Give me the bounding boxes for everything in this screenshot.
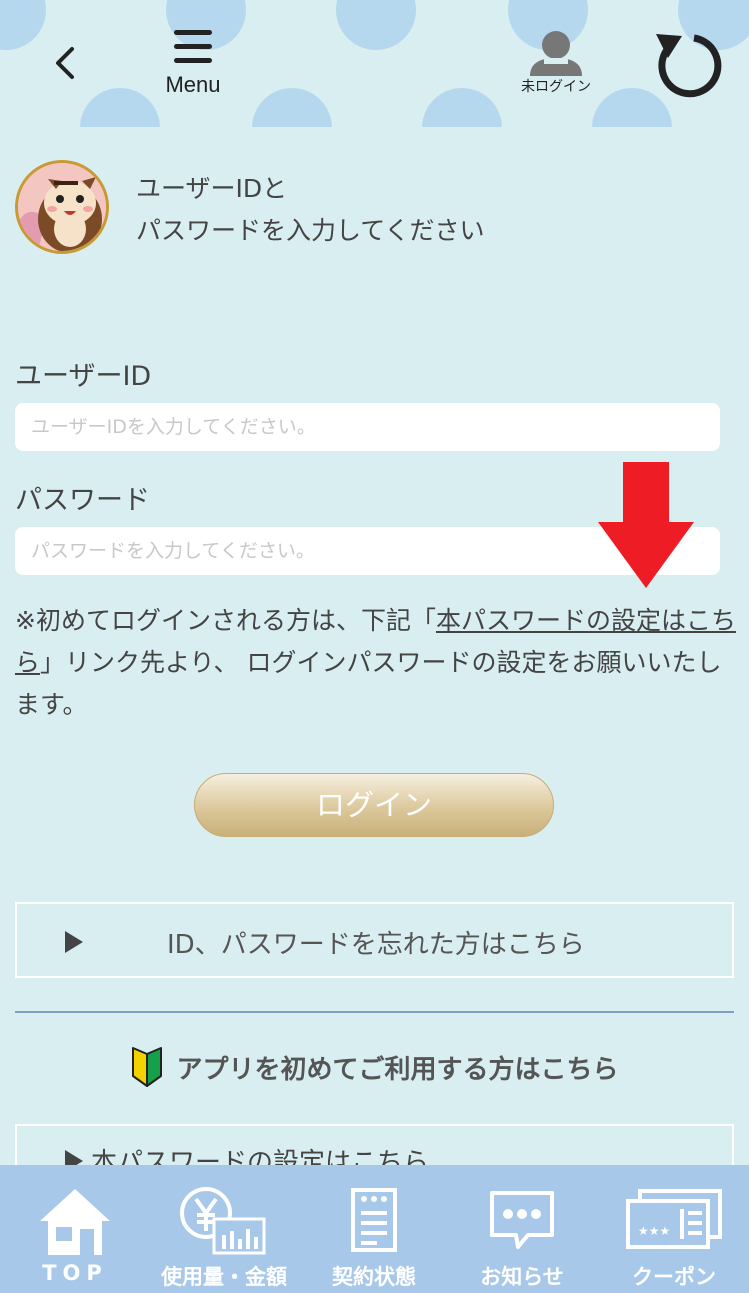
tab-contract-label: 契約状態 <box>332 1265 416 1289</box>
triangle-right-icon <box>65 931 83 953</box>
intro-message: ユーザーIDと パスワードを入力してください <box>136 168 485 252</box>
bottom-tab-bar: TOP 使用量・金額 契約状態 お知らせ ★★★ クーポン <box>0 1165 749 1293</box>
chevron-left-icon <box>56 47 74 79</box>
header-dot <box>80 88 160 127</box>
notice-text-2: 」リンク先より、 ログインパスワードの設定をお願いいたします。 <box>15 648 722 719</box>
speech-bubble-icon <box>490 1191 554 1249</box>
svg-text:★★★: ★★★ <box>638 1224 670 1238</box>
beginner-mark-icon <box>132 1047 163 1087</box>
user-id-label: ユーザーID <box>15 361 152 392</box>
yen-chart-icon <box>180 1187 266 1255</box>
header-dot <box>252 88 332 127</box>
house-icon <box>40 1189 110 1255</box>
app-header: Menu 未ログイン <box>0 0 749 127</box>
login-status-text: 未ログイン <box>521 79 591 95</box>
login-status[interactable]: 未ログイン <box>510 28 602 98</box>
tab-usage[interactable]: 使用量・金額 <box>150 1165 298 1293</box>
section-divider <box>15 1011 734 1013</box>
intro-line-1: ユーザーIDと <box>136 174 288 203</box>
document-icon <box>351 1188 397 1252</box>
menu-label: Menu <box>165 72 221 97</box>
ticket-icon: ★★★ <box>626 1189 722 1249</box>
refresh-button[interactable] <box>648 30 724 100</box>
first-time-heading: アプリを初めてご利用する方はこちら <box>0 1046 749 1090</box>
tab-top[interactable]: TOP <box>12 1165 138 1293</box>
login-button[interactable]: ログイン <box>194 773 554 837</box>
user-icon <box>530 31 582 76</box>
user-id-input[interactable] <box>15 403 720 451</box>
tab-news-label: お知らせ <box>480 1265 564 1289</box>
first-login-notice: ※初めてログインされる方は、下記「本パスワードの設定はこちら」リンク先より、 ロ… <box>15 600 740 726</box>
back-button[interactable] <box>40 30 90 96</box>
tab-top-label: TOP <box>42 1261 108 1285</box>
mascot-avatar <box>15 160 109 254</box>
header-dot <box>336 0 416 50</box>
red-arrow-down-icon <box>598 462 694 588</box>
tab-usage-label: 使用量・金額 <box>161 1265 287 1289</box>
first-time-heading-text: アプリを初めてご利用する方はこちら <box>176 1054 619 1085</box>
chipmunk-mascot-icon <box>18 163 106 251</box>
tab-coupon-label: クーポン <box>632 1265 716 1289</box>
forgot-credentials-link[interactable]: ID、パスワードを忘れた方はこちら <box>15 902 734 978</box>
notice-text-1: ※初めてログインされる方は、下記「 <box>15 606 436 635</box>
refresh-icon <box>656 34 722 98</box>
menu-button[interactable]: Menu <box>150 26 236 102</box>
forgot-credentials-label: ID、パスワードを忘れた方はこちら <box>167 930 585 960</box>
password-label: パスワード <box>15 485 150 516</box>
hamburger-icon <box>174 30 212 66</box>
tab-contract[interactable]: 契約状態 <box>310 1165 438 1293</box>
tab-coupon[interactable]: ★★★ クーポン <box>610 1165 738 1293</box>
tab-news[interactable]: お知らせ <box>458 1165 586 1293</box>
intro-line-2: パスワードを入力してください <box>136 216 485 245</box>
header-dot <box>422 88 502 127</box>
